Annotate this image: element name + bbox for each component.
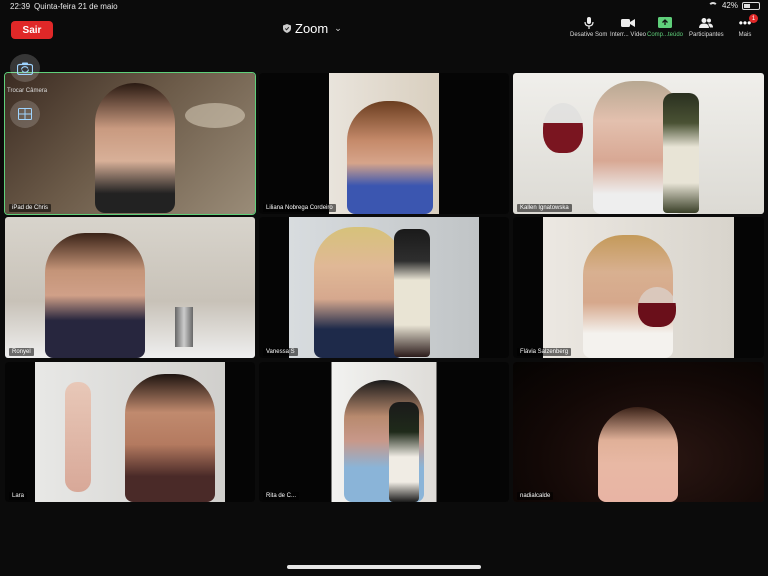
wine-bottle <box>663 93 699 213</box>
participant-name: Rita de C... <box>263 492 300 500</box>
participant-name: iPad de Chris <box>9 204 52 212</box>
battery-icon <box>742 1 760 10</box>
participants-label: Participantes <box>689 32 724 38</box>
mute-button[interactable]: Desative Som <box>570 17 607 38</box>
wine-chiller <box>175 307 193 347</box>
wine-bottle <box>394 229 430 357</box>
video-tile[interactable]: Ronyel <box>5 217 255 358</box>
notification-badge: 1 <box>749 14 758 23</box>
more-button[interactable]: ••• 1 Mais <box>738 14 758 38</box>
meeting-toolbar: Sair Zoom ⌄ Desative Som Interr... Vídeo… <box>0 14 768 44</box>
leave-button[interactable]: Sair <box>11 21 53 39</box>
video-button[interactable]: Interr... Vídeo <box>610 17 646 38</box>
participant-name: Liliana Nobrega Cordeiro <box>263 204 336 212</box>
chevron-down-icon: ⌄ <box>334 22 342 33</box>
participant-video <box>347 101 433 214</box>
participants-button[interactable]: Participantes <box>689 17 724 38</box>
share-screen-icon <box>658 17 673 28</box>
participant-video <box>125 374 215 502</box>
video-tile[interactable]: Kallen Ignatowska <box>513 73 764 214</box>
switch-camera-label: Trocar Câmera <box>7 88 48 94</box>
participant-name: Lara <box>9 492 28 500</box>
video-tile[interactable]: iPad de Chris <box>4 72 256 215</box>
wine-glass <box>638 287 676 327</box>
participant-name: Kallen Ignatowska <box>517 204 572 212</box>
status-time: 22:39 <box>10 2 31 11</box>
app-title: Zoom <box>295 20 329 36</box>
more-icon: ••• 1 <box>738 14 758 29</box>
share-content-button[interactable]: Comp...teúdo <box>647 17 683 38</box>
participant-name: Vanessa S <box>263 348 298 356</box>
video-tile[interactable]: Liliana Nobrega Cordeiro <box>259 73 509 214</box>
mute-label: Desative Som <box>570 32 608 38</box>
participant-video <box>598 407 678 502</box>
video-label: Interr... Vídeo <box>610 32 647 38</box>
participant-name: Flávia Salzenberg <box>517 348 572 356</box>
participants-icon <box>699 18 714 28</box>
participant-video <box>45 233 145 358</box>
microphone-icon <box>584 17 594 29</box>
video-tile[interactable]: Vanessa S <box>259 217 509 358</box>
switch-camera-button[interactable] <box>10 54 40 82</box>
status-bar: 22:39 Quinta-feira 21 de maio 42% <box>0 0 768 14</box>
share-label: Comp...teúdo <box>647 32 684 38</box>
meeting-title[interactable]: Zoom ⌄ <box>283 20 342 36</box>
gallery-view-button[interactable] <box>10 100 40 128</box>
participant-name: nadialcalde <box>517 492 554 500</box>
battery-percent: 42% <box>721 1 738 10</box>
participant-name: Ronyel <box>9 348 34 356</box>
wine-glass <box>185 103 245 128</box>
switch-camera-icon <box>17 62 33 75</box>
battery-fill <box>744 3 750 8</box>
video-camera-icon <box>621 19 636 27</box>
participant-video <box>95 83 175 213</box>
video-tile[interactable]: Lara <box>5 362 255 502</box>
more-label: Mais <box>738 32 752 38</box>
video-tile[interactable]: Rita de C... <box>259 362 509 502</box>
wifi-icon <box>707 1 718 10</box>
home-indicator[interactable] <box>287 565 481 569</box>
wine-glass <box>543 103 583 153</box>
raised-arm <box>65 382 91 492</box>
participant-video <box>314 227 404 358</box>
wine-bottle <box>389 402 419 502</box>
picture-in-picture-icon <box>18 108 32 120</box>
status-date: Quinta-feira 21 de maio <box>34 2 118 11</box>
shield-icon <box>283 23 291 33</box>
status-right: 42% <box>707 1 760 10</box>
video-tile[interactable]: Flávia Salzenberg <box>513 217 764 358</box>
video-tile[interactable]: nadialcalde <box>513 362 764 502</box>
